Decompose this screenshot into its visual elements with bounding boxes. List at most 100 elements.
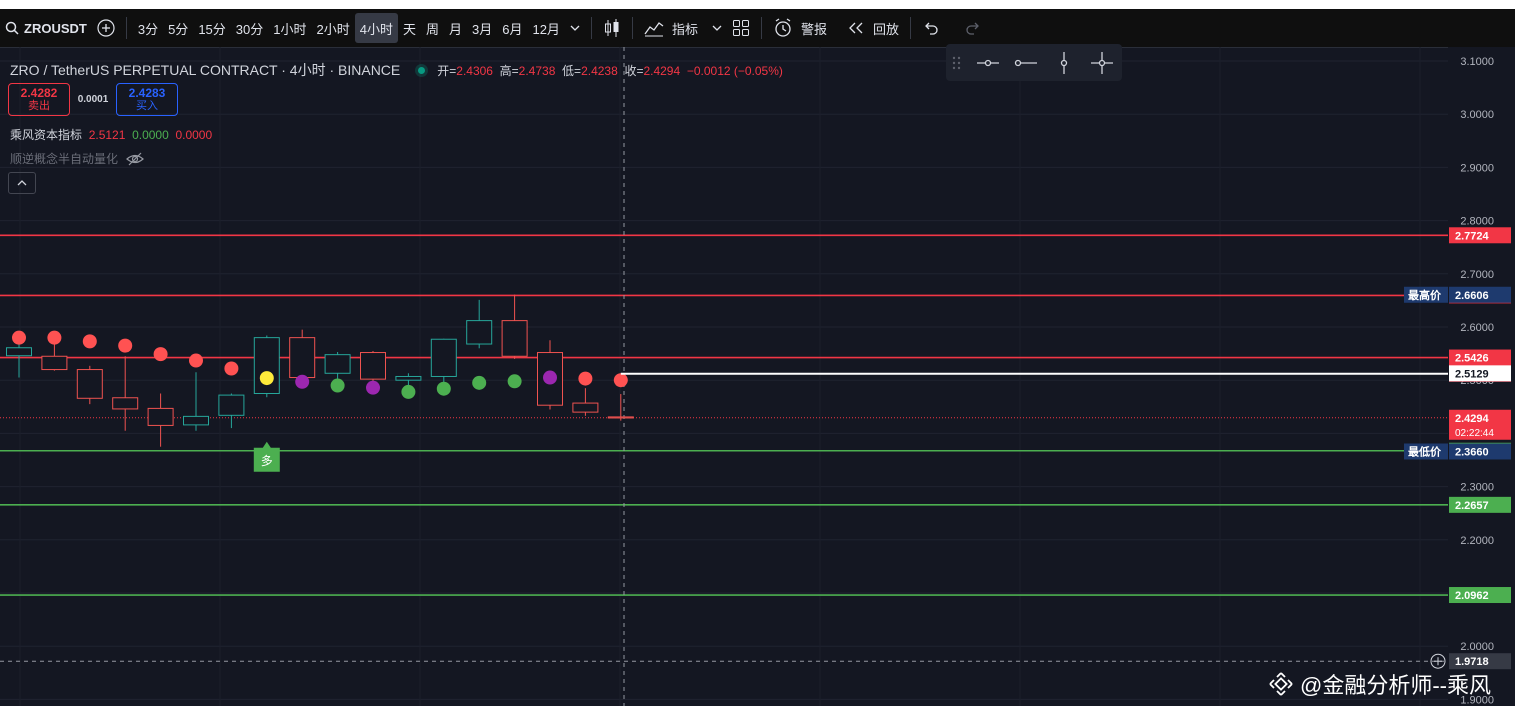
signal-dot-red [12,330,26,345]
y-tick-label: 2.7000 [1460,269,1494,281]
vertical-line-icon[interactable] [1058,51,1070,75]
buy-price: 2.4283 [128,85,166,100]
signal-dot-red [189,353,203,368]
candle-body [6,347,32,357]
search-icon [5,21,19,35]
replay-button[interactable]: 回放 [842,13,904,43]
countdown-label: 02:22:44 [1455,428,1494,439]
low-value: 2.4238 [581,63,618,78]
buy-button[interactable]: 2.4283 买入 [116,83,178,116]
long-signal-label: 多 [261,454,273,468]
timeframe-1[interactable]: 5分 [163,13,193,43]
timeframe-5[interactable]: 2小时 [311,13,354,43]
y-tick-label: 2.6000 [1460,322,1494,334]
indicators-icon [644,19,664,37]
indicator-name: 乘风资本指标 [10,128,83,142]
timeframe-9[interactable]: 月 [444,13,467,43]
high-label: 高= [499,63,519,78]
timeframe-0[interactable]: 3分 [133,13,163,43]
candle-body [395,375,422,381]
low-label: 低= [562,63,582,78]
horizontal-ray-icon[interactable] [1014,57,1038,69]
signal-dot-green [507,374,522,389]
crosshair-icon[interactable] [1090,51,1114,75]
rewind-icon [847,21,865,35]
compare-button[interactable] [92,13,120,43]
y-tick-label: 2.9000 [1460,162,1494,174]
alert-button[interactable]: 警报 [768,13,832,43]
candle-body [466,320,493,345]
signal-dot-red [613,373,628,388]
y-tick-label: 2.2000 [1460,535,1494,547]
candle-body [253,337,280,395]
change-value: −0.0012 (−0.05%) [686,63,783,78]
divider [760,17,762,39]
price-label: 1.9718 [1455,656,1489,668]
redo-button[interactable] [959,13,987,43]
indicators-button[interactable]: 指标 [639,13,727,43]
symbol-search[interactable]: ZROUSDT [0,13,92,43]
horizontal-line-icon[interactable] [976,57,1000,69]
timeframe-dropdown[interactable] [565,13,585,43]
undo-button[interactable] [917,13,945,43]
spread-value: 0.0001 [77,94,109,105]
drag-handle-icon[interactable] [952,55,962,71]
toolbar: ZROUSDT 3分 5分 15分 30分 1小时 2小时 4小时天周月 3月 6月 12月 指标 [0,9,1515,48]
sell-button[interactable]: 2.4282 卖出 [8,83,70,116]
sell-price: 2.4282 [20,85,58,100]
candles-icon [603,18,621,38]
divider [590,17,592,39]
signal-dot-red [47,330,62,345]
indicator-legend-1[interactable]: 乘风资本指标 2.5121 0.0000 0.0000 [10,126,212,143]
timeframe-8[interactable]: 周 [421,13,444,43]
y-tick-label: 3.1000 [1460,56,1494,68]
candle-body [76,369,103,399]
timeframe-12[interactable]: 12月 [527,13,564,43]
candle-body [360,352,386,380]
candle-body [147,407,174,426]
layout-button[interactable] [727,13,755,43]
price-tag-label: 最低价 [1408,444,1442,458]
indicator-legend-2[interactable]: 顺逆概念半自动量化 [10,150,144,167]
line-price-label: 2.0962 [1455,590,1489,602]
eye-hidden-icon[interactable] [126,152,144,166]
signal-dot-purple [543,370,557,385]
candle-body [572,402,599,413]
chart-type-button[interactable] [598,13,626,43]
signal-dot-red [82,334,97,349]
signal-dot-red [224,361,239,376]
binance-logo-icon [1268,671,1294,697]
timeframe-11[interactable]: 6月 [497,13,527,43]
signal-dot-purple [366,380,380,395]
timeframe-3[interactable]: 30分 [231,13,268,43]
candle-body [324,354,351,374]
line-price-label: 2.2657 [1455,500,1489,512]
timeframe-7[interactable]: 天 [398,13,421,43]
close-value: 2.4294 [643,63,681,78]
bid-ask-panel: 2.4282 卖出 0.0001 2.4283 买入 [8,83,178,116]
price-tag-label: 最高价 [1408,288,1442,302]
candle-body [112,397,139,410]
open-value: 2.4306 [456,63,493,78]
timeframe-10[interactable]: 3月 [467,13,497,43]
market-status-icon [418,66,426,74]
redo-icon [964,21,982,35]
chart-legend: ZRO / TetherUS PERPETUAL CONTRACT · 4小时 … [10,60,783,80]
collapse-legend-button[interactable] [8,172,36,194]
indicators-label: 指标 [671,21,698,37]
chart-canvas[interactable]: 3.10003.00002.90002.80002.70002.60002.50… [0,47,1515,706]
line-price-label: 2.7724 [1455,230,1490,242]
watermark-text: @金融分析师--乘风 [1300,673,1491,698]
plus-circle-icon [97,19,115,37]
timeframe-2[interactable]: 15分 [193,13,230,43]
timeframe-4[interactable]: 1小时 [268,13,311,43]
timeframe-6[interactable]: 4小时 [354,13,398,43]
legend-title: ZRO / TetherUS PERPETUAL CONTRACT · 4小时 … [10,62,401,78]
signal-dot-red [578,371,593,386]
indicator-value-2: 0.0000 [132,128,169,142]
candle-body [218,394,245,416]
indicator-name: 顺逆概念半自动量化 [10,152,119,166]
chevron-down-icon [570,24,580,32]
y-tick-label: 2.3000 [1460,482,1494,494]
chart-area[interactable]: 3.10003.00002.90002.80002.70002.60002.50… [0,47,1515,706]
